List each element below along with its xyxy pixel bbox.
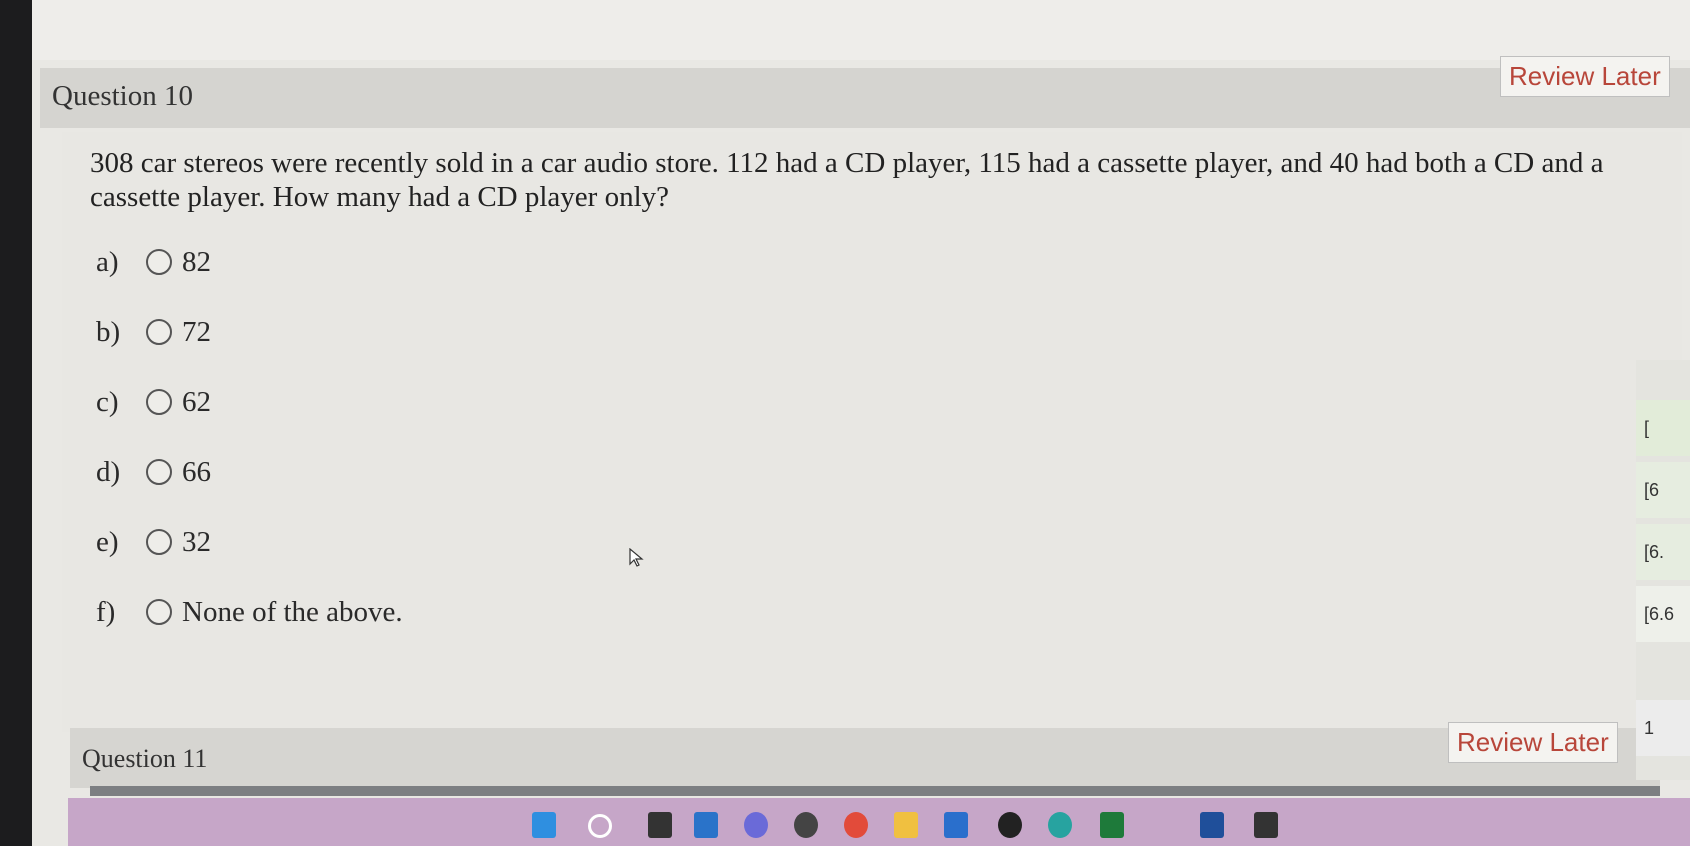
store-icon[interactable]: [944, 812, 968, 838]
app-icon[interactable]: [1100, 812, 1124, 838]
widgets-icon[interactable]: [694, 812, 718, 838]
choice-letter: c): [96, 385, 119, 418]
screen: Question 10 Review Later 308 car stereos…: [32, 0, 1690, 846]
choice-c[interactable]: c) 62: [96, 382, 211, 422]
settings-icon[interactable]: [794, 812, 818, 838]
search-icon[interactable]: [588, 814, 612, 838]
mouse-cursor-icon: [629, 548, 644, 567]
review-later-button-q10[interactable]: Review Later: [1500, 56, 1670, 97]
choice-value: 62: [182, 385, 211, 418]
radio-button-a[interactable]: [146, 249, 172, 275]
radio-button-d[interactable]: [146, 459, 172, 485]
choice-letter: f): [96, 595, 116, 628]
choice-f[interactable]: f) None of the above.: [96, 592, 403, 632]
side-panel-item[interactable]: 1: [1636, 700, 1690, 756]
choice-letter: d): [96, 455, 121, 488]
task-view-icon[interactable]: [648, 812, 672, 838]
edge-icon[interactable]: [1048, 812, 1072, 838]
side-panel-item[interactable]: [6.6: [1636, 586, 1690, 642]
choice-value: 32: [182, 525, 211, 558]
choice-a[interactable]: a) 82: [96, 242, 211, 282]
app-icon[interactable]: [998, 812, 1022, 838]
app-icon[interactable]: [1254, 812, 1278, 838]
choice-letter: e): [96, 525, 119, 558]
question-text: 308 car stereos were recently sold in a …: [90, 147, 1604, 213]
side-panel-item[interactable]: [6: [1636, 462, 1690, 518]
radio-button-f[interactable]: [146, 599, 172, 625]
top-strip: [32, 0, 1690, 60]
choice-value: 82: [182, 245, 211, 278]
choice-d[interactable]: d) 66: [96, 452, 211, 492]
question-11-header: Question 11: [70, 728, 1660, 788]
radio-button-e[interactable]: [146, 529, 172, 555]
chrome-icon[interactable]: [844, 812, 868, 838]
side-panel-item[interactable]: [: [1636, 400, 1690, 456]
side-panel: [ [6 [6. [6.6 1: [1636, 360, 1690, 780]
choice-letter: a): [96, 245, 119, 278]
question-10-title: Question 10: [52, 80, 193, 112]
choice-value: None of the above.: [182, 595, 403, 628]
choice-b[interactable]: b) 72: [96, 312, 211, 352]
choice-value: 72: [182, 315, 211, 348]
review-later-button-q11[interactable]: Review Later: [1448, 722, 1618, 763]
side-panel-item[interactable]: [6.: [1636, 524, 1690, 580]
file-explorer-icon[interactable]: [894, 812, 918, 838]
windows-icon[interactable]: [532, 812, 556, 838]
question-10-header: Question 10: [40, 68, 1690, 128]
question-11-title: Question 11: [82, 744, 208, 773]
question-10-body: 308 car stereos were recently sold in a …: [62, 132, 1682, 732]
choice-letter: b): [96, 315, 121, 348]
taskbar: [68, 798, 1690, 846]
app-icon[interactable]: [1200, 812, 1224, 838]
choice-value: 66: [182, 455, 211, 488]
choice-e[interactable]: e) 32: [96, 522, 211, 562]
radio-button-b[interactable]: [146, 319, 172, 345]
scrollbar[interactable]: [90, 786, 1660, 796]
radio-button-c[interactable]: [146, 389, 172, 415]
chat-icon[interactable]: [744, 812, 768, 838]
